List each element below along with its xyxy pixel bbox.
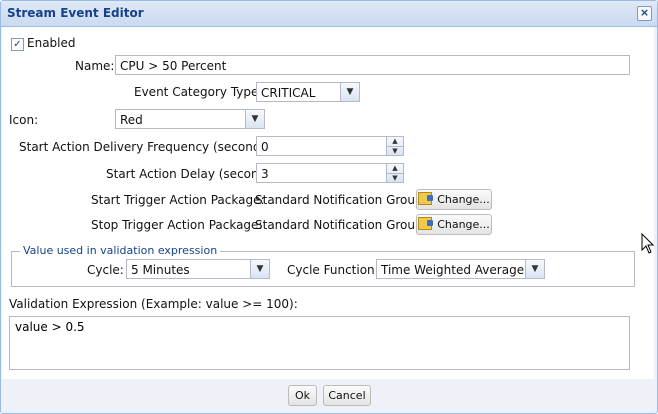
stop-trigger-change-label: Change... bbox=[437, 218, 490, 231]
stop-trigger-change-button[interactable]: Change... bbox=[416, 214, 492, 235]
start-action-delivery-frequency-spinner[interactable]: 0 ▲ ▼ bbox=[256, 136, 404, 156]
start-action-delivery-frequency-label: Start Action Delivery Frequency (seconds… bbox=[19, 140, 276, 154]
name-label: Name: bbox=[75, 59, 115, 73]
icon-select[interactable]: Red ▼ bbox=[115, 109, 265, 129]
cycle-function-label: Cycle Function: bbox=[287, 263, 379, 277]
enabled-checkbox[interactable]: ✓ bbox=[11, 38, 24, 51]
start-trigger-change-button[interactable]: Change... bbox=[416, 189, 492, 210]
dialog-body: ✓ Enabled Name: CPU > 50 Percent Event C… bbox=[2, 27, 654, 379]
cycle-function-select[interactable]: Time Weighted Average ▼ bbox=[376, 259, 545, 279]
start-action-delay-value: 3 bbox=[261, 167, 269, 181]
validation-expression-textarea[interactable]: value > 0.5 bbox=[9, 316, 630, 370]
chevron-down-icon[interactable]: ▼ bbox=[340, 83, 359, 101]
stream-event-editor-dialog: Stream Event Editor × ✓ Enabled Name: CP… bbox=[0, 0, 658, 414]
start-action-delivery-frequency-value: 0 bbox=[261, 140, 269, 154]
edit-icon bbox=[418, 217, 434, 230]
mouse-cursor-icon bbox=[641, 233, 655, 254]
cycle-function-value: Time Weighted Average bbox=[381, 263, 525, 277]
cycle-value: 5 Minutes bbox=[131, 263, 190, 277]
stop-trigger-action-package-value: Standard Notification Group bbox=[255, 218, 423, 232]
start-trigger-change-label: Change... bbox=[437, 193, 490, 206]
event-category-type-value: CRITICAL bbox=[261, 86, 316, 100]
cycle-select[interactable]: 5 Minutes ▼ bbox=[126, 259, 270, 279]
stop-trigger-action-package-label: Stop Trigger Action Package: bbox=[91, 218, 263, 232]
dialog-footer: Ok Cancel bbox=[2, 379, 656, 412]
start-trigger-action-package-value: Standard Notification Group bbox=[255, 193, 423, 207]
edit-icon bbox=[418, 192, 434, 205]
name-input[interactable]: CPU > 50 Percent bbox=[115, 55, 630, 75]
cancel-button[interactable]: Cancel bbox=[323, 385, 371, 406]
spinner-arrows-icon[interactable]: ▲ ▼ bbox=[386, 137, 403, 155]
icon-label: Icon: bbox=[9, 113, 39, 127]
ok-button[interactable]: Ok bbox=[288, 385, 317, 406]
dialog-title: Stream Event Editor bbox=[7, 6, 144, 20]
validation-fieldset-legend: Value used in validation expression bbox=[20, 244, 221, 257]
icon-value: Red bbox=[120, 113, 143, 127]
event-category-type-select[interactable]: CRITICAL ▼ bbox=[256, 82, 360, 102]
enabled-label: Enabled bbox=[27, 36, 76, 50]
validation-expression-label: Validation Expression (Example: value >=… bbox=[9, 297, 298, 311]
close-icon[interactable]: × bbox=[637, 6, 652, 21]
chevron-down-icon[interactable]: ▼ bbox=[525, 260, 544, 278]
start-action-delay-label: Start Action Delay (seconds): bbox=[106, 167, 282, 181]
chevron-down-icon[interactable]: ▼ bbox=[250, 260, 269, 278]
start-trigger-action-package-label: Start Trigger Action Package: bbox=[91, 193, 265, 207]
cycle-label: Cycle: bbox=[87, 263, 124, 277]
start-action-delay-spinner[interactable]: 3 ▲ ▼ bbox=[256, 163, 404, 183]
dialog-titlebar[interactable]: Stream Event Editor × bbox=[1, 1, 657, 27]
event-category-type-label: Event Category Type: bbox=[134, 85, 263, 99]
chevron-down-icon[interactable]: ▼ bbox=[245, 110, 264, 128]
spinner-arrows-icon[interactable]: ▲ ▼ bbox=[386, 164, 403, 182]
